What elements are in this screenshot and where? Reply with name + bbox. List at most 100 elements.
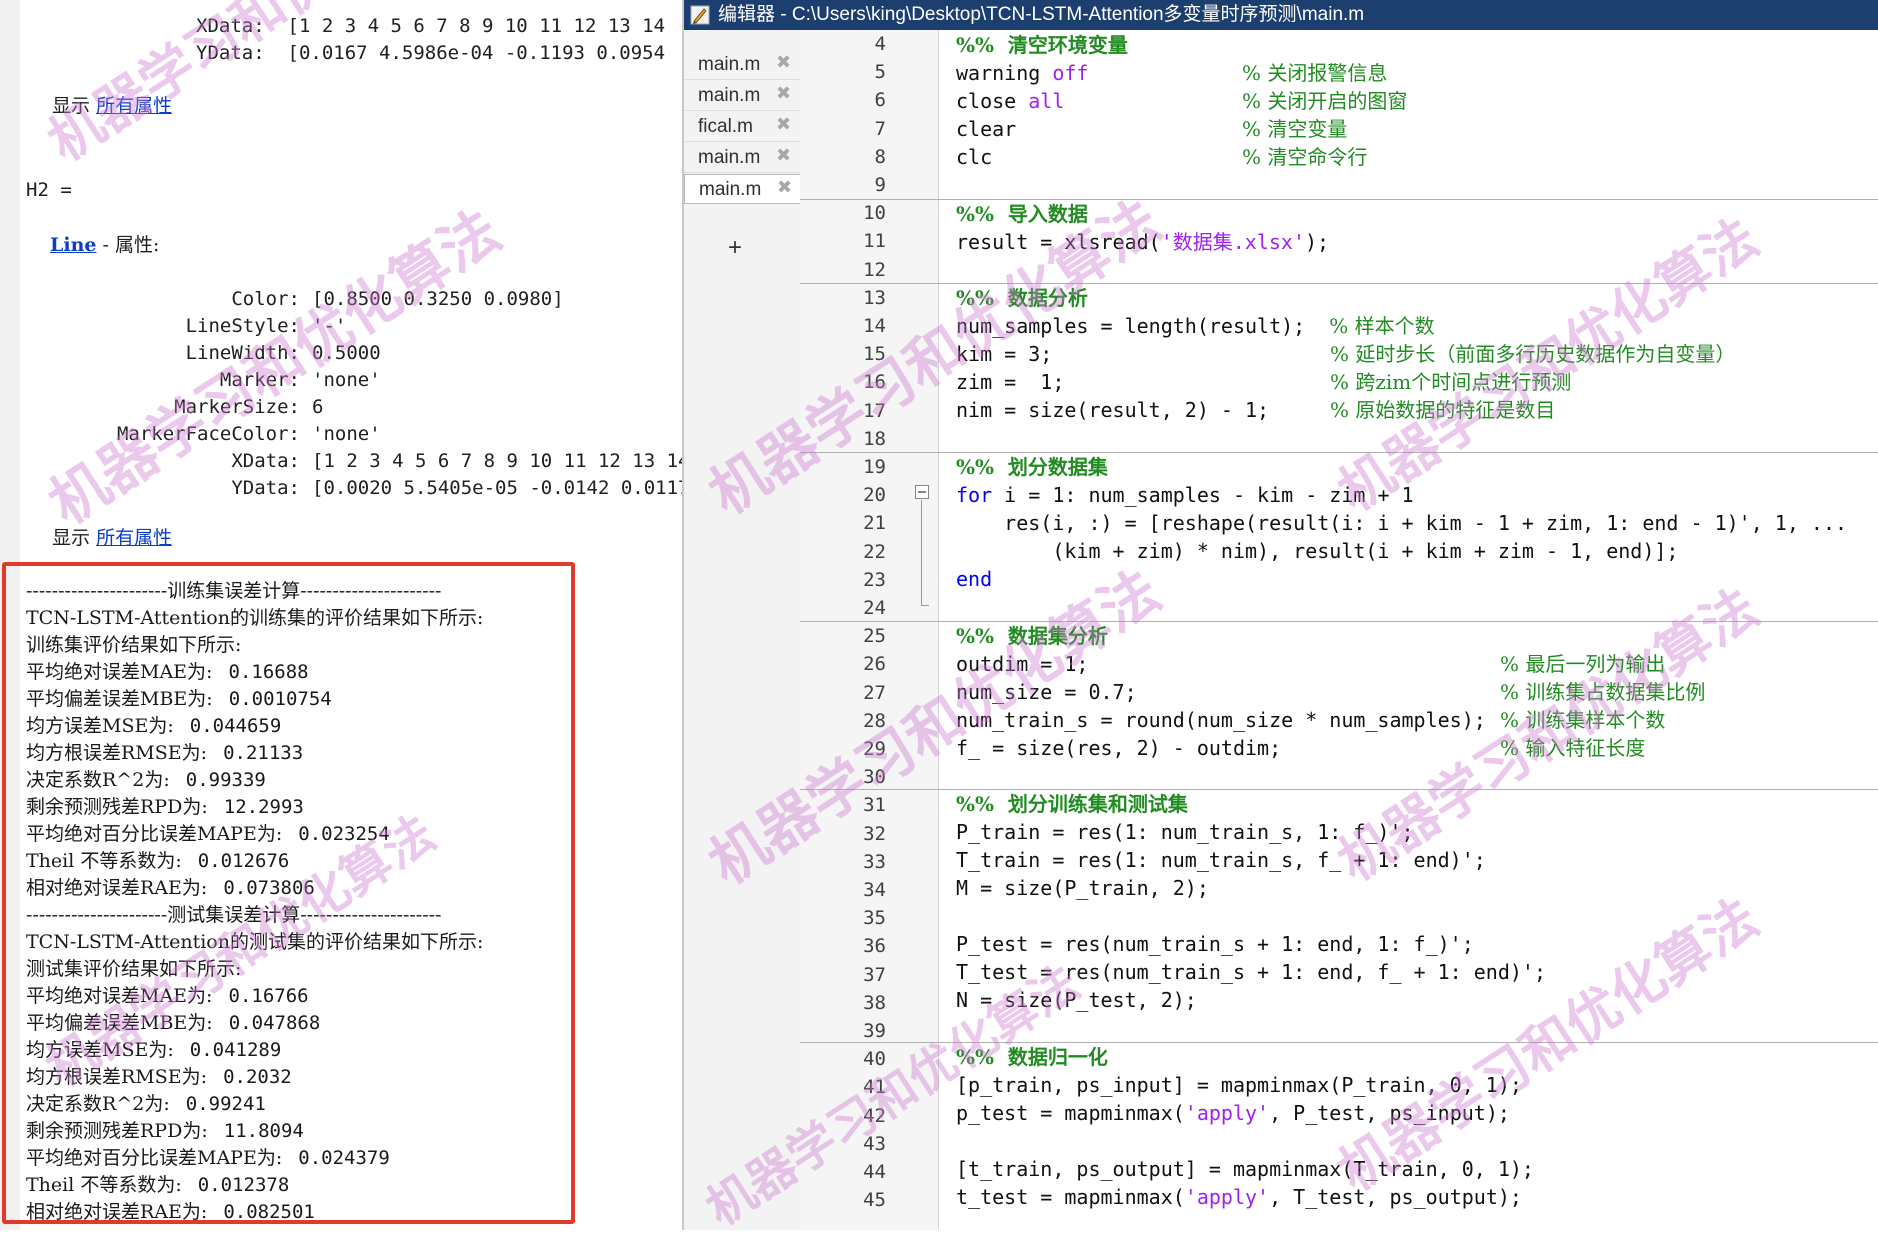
code-line[interactable]: num_train_s = round(num_size * num_sampl…: [956, 708, 1486, 732]
line-number: 7: [874, 117, 886, 140]
code-line[interactable]: %% 导入数据: [956, 202, 1088, 226]
editor-window[interactable]: 编辑器 - C:\Users\king\Desktop\TCN-LSTM-Att…: [684, 0, 1878, 1230]
line-number: 37: [863, 963, 886, 986]
results-highlight-box: [2, 562, 575, 1224]
code-line[interactable]: T_test = res(num_train_s + 1: end, f_ + …: [956, 960, 1546, 984]
code-line[interactable]: (kim + zim) * nim), result(i + kim + zim…: [956, 539, 1678, 563]
fold-range-line: [921, 500, 922, 606]
line-number: 26: [863, 653, 886, 676]
line-number: 11: [863, 230, 886, 253]
file-tab[interactable]: main.m ✖: [684, 81, 800, 111]
code-line[interactable]: num_samples = length(result); % 样本个数: [956, 314, 1435, 338]
close-tab-icon[interactable]: ✖: [776, 145, 791, 166]
xdata-line-1: XData: [1 2 3 4 5 6 7 8 9 10 11 12 13 14: [196, 15, 666, 37]
code-line[interactable]: T_train = res(1: num_train_s, f_ + 1: en…: [956, 848, 1486, 872]
line-number: 39: [863, 1020, 886, 1042]
file-tab[interactable]: fical.m ✖: [684, 112, 800, 142]
code-line[interactable]: %% 划分训练集和测试集: [956, 792, 1188, 816]
code-line[interactable]: %% 数据分析: [956, 286, 1088, 310]
cell-separator: [800, 789, 1878, 790]
h2-assignment: H2 =: [26, 179, 72, 201]
code-line[interactable]: for i = 1: num_samples - kim - zim + 1: [956, 483, 1414, 507]
code-line[interactable]: p_test = mapminmax('apply', P_test, ps_i…: [956, 1101, 1510, 1125]
prop-name: YData:: [231, 477, 300, 499]
line-number: 45: [863, 1189, 886, 1212]
file-tab-strip: main.m ✖ main.m ✖ fical.m ✖ main.m ✖ main.m ✖…: [684, 30, 801, 1230]
command-window[interactable]: XData: [1 2 3 4 5 6 7 8 9 10 11 12 13 14…: [0, 0, 684, 1230]
code-line[interactable]: P_test = res(num_train_s + 1: end, 1: f_…: [956, 932, 1474, 956]
editor-titlebar: 编辑器 - C:\Users\king\Desktop\TCN-LSTM-Att…: [684, 0, 1878, 30]
close-tab-icon[interactable]: ✖: [776, 52, 791, 73]
file-tab-active[interactable]: main.m ✖: [684, 174, 800, 204]
code-comment: % 关闭报警信息: [1242, 61, 1388, 85]
code-line[interactable]: warning off: [956, 61, 1088, 85]
line-number: 20: [863, 484, 886, 507]
fold-collapse-icon[interactable]: [915, 485, 929, 499]
prop-value: 'none': [312, 369, 381, 391]
code-line[interactable]: %% 划分数据集: [956, 455, 1108, 479]
code-line[interactable]: %% 数据归一化: [956, 1045, 1108, 1069]
ydata-line-1: YData: [0.0167 4.5986e-04 -0.1193 0.0954: [196, 42, 666, 64]
new-tab-button[interactable]: +: [728, 234, 742, 262]
line-number: 30: [863, 766, 886, 789]
code-comment: % 原始数据的特征是数目: [1330, 398, 1556, 422]
code-comment: % 训练集样本个数: [1500, 708, 1666, 732]
code-line[interactable]: kim = 3;: [956, 342, 1052, 366]
line-number: 32: [863, 822, 886, 845]
close-tab-icon[interactable]: ✖: [776, 114, 791, 135]
line-number: 10: [863, 202, 886, 225]
code-line[interactable]: clear: [956, 117, 1016, 141]
code-line[interactable]: num_size = 0.7;: [956, 680, 1137, 704]
prop-value: [1 2 3 4 5 6 7 8 9 10 11 12 13 14: [312, 450, 684, 472]
file-tab[interactable]: main.m ✖: [684, 50, 800, 80]
cell-separator: [800, 621, 1878, 622]
line-number: 40: [863, 1048, 886, 1071]
code-line[interactable]: clc: [956, 145, 992, 169]
prop-value: 'none': [312, 423, 381, 445]
cell-separator: [800, 283, 1878, 284]
line-number: 14: [863, 315, 886, 337]
code-line[interactable]: nim = size(result, 2) - 1;: [956, 398, 1269, 422]
line-number: 8: [874, 145, 886, 168]
line-number: 4: [874, 33, 886, 55]
prop-name: LineStyle:: [185, 315, 300, 337]
line-class-link[interactable]: Line: [50, 234, 96, 256]
line-number: 22: [863, 540, 886, 563]
line-number: 6: [874, 89, 886, 112]
code-comment: % 训练集占数据集比例: [1500, 680, 1706, 704]
code-line[interactable]: end: [956, 567, 992, 591]
fold-gutter: [908, 30, 939, 1230]
line-number: 29: [863, 738, 886, 760]
code-line[interactable]: outdim = 1;: [956, 652, 1088, 676]
code-comment: % 延时步长（前面多行历史数据作为自变量）: [1330, 342, 1736, 366]
line-number: 16: [863, 371, 886, 394]
code-line[interactable]: result = xlsread('数据集.xlsx');: [956, 230, 1329, 254]
code-line[interactable]: zim = 1;: [956, 370, 1064, 394]
code-line[interactable]: res(i, :) = [reshape(result(i: i + kim -…: [956, 511, 1847, 535]
line-number: 18: [863, 427, 886, 450]
all-properties-link[interactable]: 所有属性: [96, 527, 172, 549]
code-line[interactable]: [p_train, ps_input] = mapminmax(P_train,…: [956, 1073, 1522, 1097]
code-line[interactable]: P_train = res(1: num_train_s, 1: f_)';: [956, 820, 1414, 844]
code-line[interactable]: %% 数据集分析: [956, 624, 1108, 648]
line-number: 24: [863, 597, 886, 619]
line-number: 41: [863, 1076, 886, 1099]
show-all-props-2: 显示 所有属性: [52, 527, 173, 549]
line-number: 19: [863, 456, 886, 478]
all-properties-link[interactable]: 所有属性: [96, 95, 172, 117]
prop-value: [0.8500 0.3250 0.0980]: [312, 288, 564, 310]
code-line[interactable]: M = size(P_train, 2);: [956, 876, 1209, 900]
code-line[interactable]: %% 清空环境变量: [956, 33, 1128, 57]
code-line[interactable]: N = size(P_test, 2);: [956, 988, 1197, 1012]
code-line[interactable]: t_test = mapminmax('apply', T_test, ps_o…: [956, 1185, 1522, 1209]
prop-name: Color:: [231, 288, 300, 310]
close-tab-icon[interactable]: ✖: [776, 83, 791, 104]
code-line[interactable]: [t_train, ps_output] = mapminmax(T_train…: [956, 1157, 1534, 1181]
close-tab-icon[interactable]: ✖: [777, 177, 792, 198]
prop-name: Marker:: [219, 369, 300, 391]
line-number: 42: [863, 1104, 886, 1127]
code-line[interactable]: close all: [956, 89, 1064, 113]
code-line[interactable]: f_ = size(res, 2) - outdim;: [956, 736, 1281, 760]
file-tab[interactable]: main.m ✖: [684, 143, 800, 173]
line-number: 17: [863, 399, 886, 422]
